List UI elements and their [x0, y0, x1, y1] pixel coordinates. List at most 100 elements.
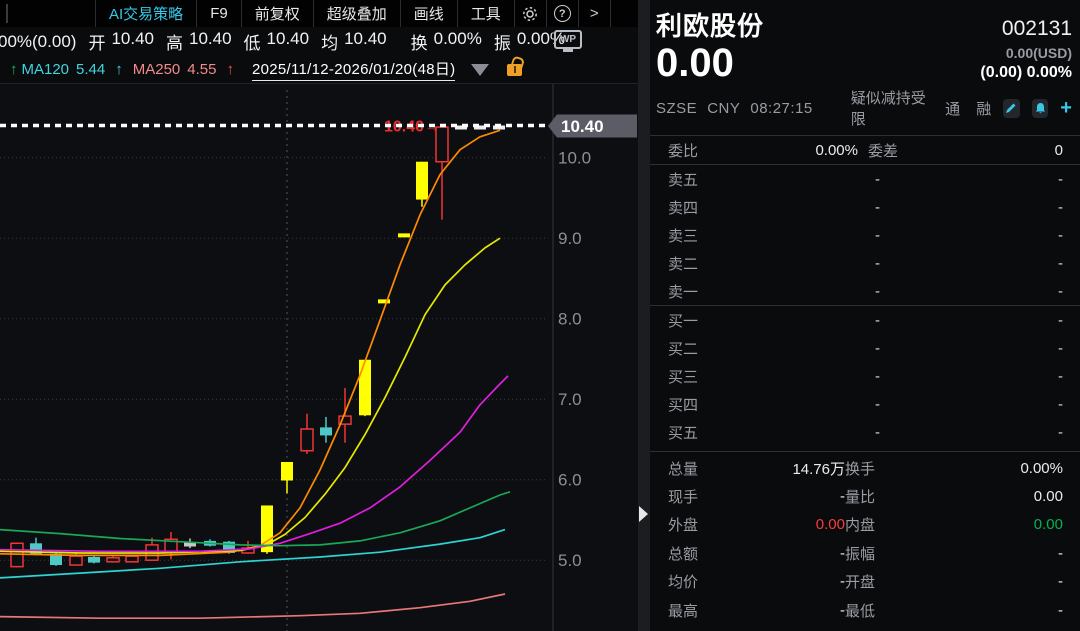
chart-pane: AI交易策略 F9 前复权 超级叠加 画线 工具 ? > 00%(0.00) 开…: [0, 0, 638, 631]
bid-row[interactable]: 买二 - -: [650, 334, 1080, 362]
edit-pencil-icon[interactable]: [1003, 99, 1020, 118]
bid-row[interactable]: 买五 - -: [650, 418, 1080, 446]
stat-value: 0.00: [740, 516, 845, 533]
add-to-watchlist-icon[interactable]: +: [1060, 99, 1072, 118]
level-volume: -: [880, 312, 1063, 329]
toolbar-ai-strategy-button[interactable]: AI交易策略: [96, 0, 197, 27]
toolbar-tools-button[interactable]: 工具: [458, 0, 515, 27]
low-field: 低10.40: [244, 29, 310, 54]
level-volume: -: [880, 227, 1063, 244]
stat-value: -: [740, 545, 845, 562]
stock-code: 002131: [1002, 17, 1072, 41]
stat-value: 14.76万: [740, 458, 845, 479]
level-price: -: [740, 396, 880, 413]
ma-legend-bar: ↑ MA1205.44 ↑ MA2504.55 ↑ 2025/11/12-202…: [0, 56, 638, 84]
weicha-value: 0: [938, 142, 1063, 159]
ma-trend-up-icon: ↑: [115, 61, 123, 78]
quote-summary-bar: 00%(0.00) 开10.40 高10.40 低10.40 均10.40 换0…: [0, 27, 638, 56]
gear-icon[interactable]: [515, 0, 547, 27]
level-volume: -: [880, 255, 1063, 272]
ask-row[interactable]: 卖一 - -: [650, 277, 1080, 305]
stat-value: -: [740, 488, 845, 505]
level-volume: -: [880, 424, 1063, 441]
stat-value: 0.00%: [931, 460, 1063, 477]
svg-text:8.0: 8.0: [558, 310, 582, 329]
stat-value: 0.00: [931, 488, 1063, 505]
svg-text:5.0: 5.0: [558, 551, 582, 570]
trading-app: AI交易策略 F9 前复权 超级叠加 画线 工具 ? > 00%(0.00) 开…: [0, 0, 1080, 631]
toolbar-draw-line-button[interactable]: 画线: [401, 0, 458, 27]
usd-price: 0.00(USD): [980, 43, 1072, 63]
ask-row[interactable]: 卖二 - -: [650, 249, 1080, 277]
wp-monitor-icon[interactable]: WP: [554, 30, 582, 49]
bid-row[interactable]: 买四 - -: [650, 390, 1080, 418]
level-price: -: [740, 227, 880, 244]
chevron-down-icon[interactable]: [471, 64, 489, 76]
level-volume: -: [880, 283, 1063, 300]
level-price: -: [740, 312, 880, 329]
toolbar-f9-button[interactable]: F9: [197, 0, 242, 27]
stat-value: 0.00: [931, 516, 1063, 533]
stat-value: -: [931, 602, 1063, 619]
level-volume: -: [880, 171, 1063, 188]
date-range-selector[interactable]: 2025/11/12-2026/01/20(48日): [252, 58, 456, 81]
level-volume: -: [880, 199, 1063, 216]
pane-splitter[interactable]: [638, 0, 650, 631]
alert-bell-icon[interactable]: [1032, 99, 1049, 118]
bid-levels: 买一 - -买二 - -买三 - -买四 - -买五 - -: [650, 306, 1080, 446]
chart-toolbar: AI交易策略 F9 前复权 超级叠加 画线 工具 ? >: [0, 0, 638, 27]
help-icon[interactable]: ?: [547, 0, 579, 27]
currency-label: CNY: [707, 100, 740, 117]
toolbar-forward-adjust-button[interactable]: 前复权: [242, 0, 314, 27]
ask-row[interactable]: 卖三 - -: [650, 221, 1080, 249]
level-price: -: [740, 283, 880, 300]
turnover-field: 换0.00%: [411, 29, 482, 54]
connect-tag: 通: [945, 98, 960, 119]
stat-value: -: [740, 602, 845, 619]
toolbar-super-overlay-button[interactable]: 超级叠加: [314, 0, 401, 27]
svg-text:10.0: 10.0: [558, 149, 591, 168]
svg-text:9.0: 9.0: [558, 229, 582, 248]
svg-text:10.40: 10.40: [561, 117, 604, 136]
stats-block: 总量 14.76万 换手 0.00%现手 - 量比 0.00外盘 0.00 内盘…: [650, 451, 1080, 631]
level-price: -: [740, 340, 880, 357]
collapse-panel-arrow-icon[interactable]: [639, 506, 648, 522]
level-price: -: [740, 199, 880, 216]
stat-row: 外盘 0.00 内盘 0.00: [650, 511, 1080, 539]
level-volume: -: [880, 368, 1063, 385]
margin-tag: 融: [976, 98, 991, 119]
toolbar-spacer: [0, 0, 96, 27]
bid-row[interactable]: 买一 - -: [650, 306, 1080, 334]
open-field: 开10.40: [88, 29, 154, 54]
ask-levels: 卖五 - -卖四 - -卖三 - -卖二 - -卖一 - -: [650, 165, 1080, 305]
toolbar-divider: [6, 4, 8, 23]
avg-field: 均10.40: [321, 29, 387, 54]
quote-time: 08:27:15: [750, 100, 812, 117]
candlestick-chart[interactable]: 10.09.08.07.06.05.010.40→10.40: [0, 84, 638, 631]
stat-value: -: [740, 573, 845, 590]
stock-name: 利欧股份: [656, 6, 764, 43]
holder-reduction-notice: 疑似减持受限: [851, 87, 929, 129]
stat-row: 均价 - 开盘 -: [650, 568, 1080, 596]
quote-header: 利欧股份 002131 0.00 0.00(USD) (0.00) 0.00% …: [650, 0, 1080, 135]
stat-row: 总额 - 振幅 -: [650, 539, 1080, 567]
level-volume: -: [880, 340, 1063, 357]
ma120-legend: MA1205.44: [22, 61, 106, 78]
chevron-right-icon[interactable]: >: [579, 0, 611, 27]
price-change: (0.00) 0.00%: [980, 63, 1072, 83]
weibi-value: 0.00%: [740, 142, 858, 159]
bid-row[interactable]: 买三 - -: [650, 362, 1080, 390]
level-price: -: [740, 255, 880, 272]
stat-value: -: [931, 545, 1063, 562]
high-field: 高10.40: [166, 29, 232, 54]
exchange-label: SZSE: [656, 100, 697, 117]
stat-value: -: [931, 573, 1063, 590]
ask-row[interactable]: 卖五 - -: [650, 165, 1080, 193]
ma-trend-up-icon: ↑: [10, 61, 18, 78]
unlock-icon[interactable]: [507, 64, 522, 76]
stat-row: 总量 14.76万 换手 0.00%: [650, 454, 1080, 482]
ask-row[interactable]: 卖四 - -: [650, 193, 1080, 221]
level-price: -: [740, 171, 880, 188]
stat-row: 涨停 11.44 跌停 9.36: [650, 624, 1080, 631]
weibi-row: 委比 0.00% 委差 0: [650, 136, 1080, 164]
